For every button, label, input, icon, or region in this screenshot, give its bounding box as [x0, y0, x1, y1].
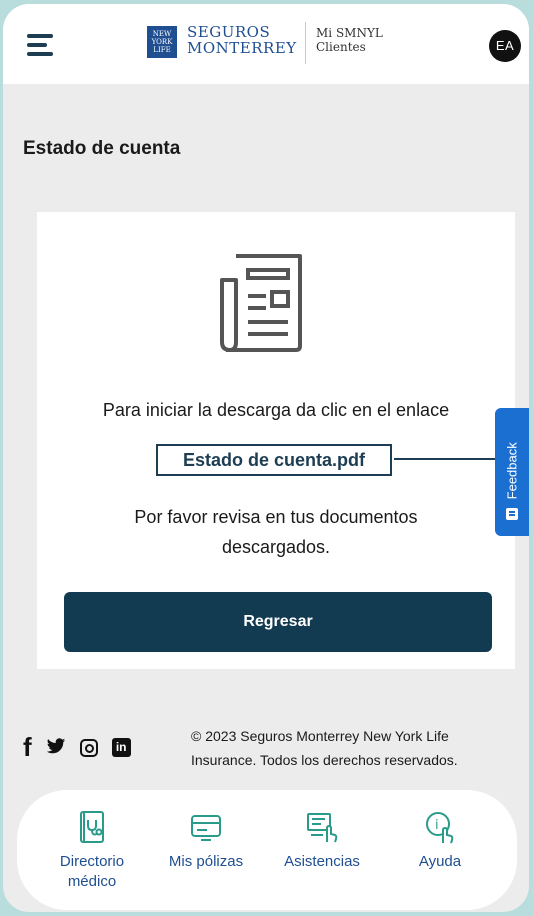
nav-label: Asistencias [284, 853, 360, 870]
twitter-icon[interactable] [46, 736, 66, 760]
user-avatar[interactable]: EA [489, 30, 521, 62]
app-screen: NEW YORK LIFE SEGUROS MONTERREY Mi SMNYL C… [3, 4, 529, 912]
linkedin-icon[interactable]: in [111, 738, 131, 757]
statement-pdf-link[interactable]: Estado de cuenta.pdf [156, 444, 392, 476]
feedback-tab[interactable]: Feedback [495, 408, 529, 536]
download-note-line-1: Por favor revisa en tus documentos [134, 507, 418, 527]
nav-label: Directorio médico [37, 852, 147, 892]
nav-item-directorio-medico[interactable]: Directorio médico [37, 790, 147, 892]
new-york-life-logo: NEW YORK LIFE [147, 26, 177, 58]
help-info-icon: i [426, 812, 454, 844]
assistance-computer-icon [307, 813, 338, 843]
feedback-label: Feedback [504, 442, 520, 500]
logo-divider [305, 22, 306, 64]
social-links: f in [23, 732, 145, 763]
nav-label-line-2: médico [67, 873, 117, 890]
policy-card-icon [191, 815, 221, 841]
hamburger-menu-icon[interactable] [27, 34, 55, 56]
top-header: NEW YORK LIFE SEGUROS MONTERREY Mi SMNYL C… [3, 4, 529, 84]
logo-line-1: SEGUROS [187, 23, 271, 41]
app-name-line-1: Mi SMNYL [316, 26, 383, 40]
nav-label: Mis pólizas [168, 853, 244, 870]
app-name-line-2: Clientes [316, 40, 366, 54]
download-note: Por favor revisa en tus documentos desca… [37, 502, 515, 562]
download-instruction: Para iniciar la descarga da clic en el e… [102, 400, 450, 420]
feedback-icon [506, 508, 518, 520]
nav-label: Ayuda [418, 853, 462, 870]
nav-item-asistencias[interactable]: Asistencias [267, 790, 377, 872]
svg-text:i: i [435, 818, 439, 833]
nav-item-mis-polizas[interactable]: Mis pólizas [151, 790, 261, 872]
copyright-line-1: © 2023 Seguros Monterrey New York Life [191, 728, 449, 744]
instagram-icon[interactable] [79, 738, 98, 757]
medical-directory-icon [80, 811, 104, 843]
copyright-text: © 2023 Seguros Monterrey New York Life I… [191, 724, 511, 772]
download-note-line-2: descargados. [221, 537, 331, 557]
newspaper-document-icon [220, 254, 302, 352]
back-button[interactable]: Regresar [64, 592, 492, 652]
nav-label-line-1: Directorio [59, 853, 125, 870]
facebook-icon[interactable]: f [23, 732, 32, 763]
nav-item-ayuda[interactable]: i Ayuda [385, 790, 495, 872]
seguros-monterrey-logo: SEGUROS MONTERREY [187, 24, 297, 56]
logo-line-2: MONTERREY [187, 39, 297, 57]
page-title: Estado de cuenta [23, 138, 181, 159]
app-name: Mi SMNYL Clientes [316, 26, 383, 54]
bottom-navigation: Directorio médico Mis pólizas Asistencia… [17, 790, 517, 910]
copyright-line-2: Insurance. Todos los derechos reservados… [191, 752, 458, 768]
download-card: Para iniciar la descarga da clic en el e… [37, 212, 524, 669]
